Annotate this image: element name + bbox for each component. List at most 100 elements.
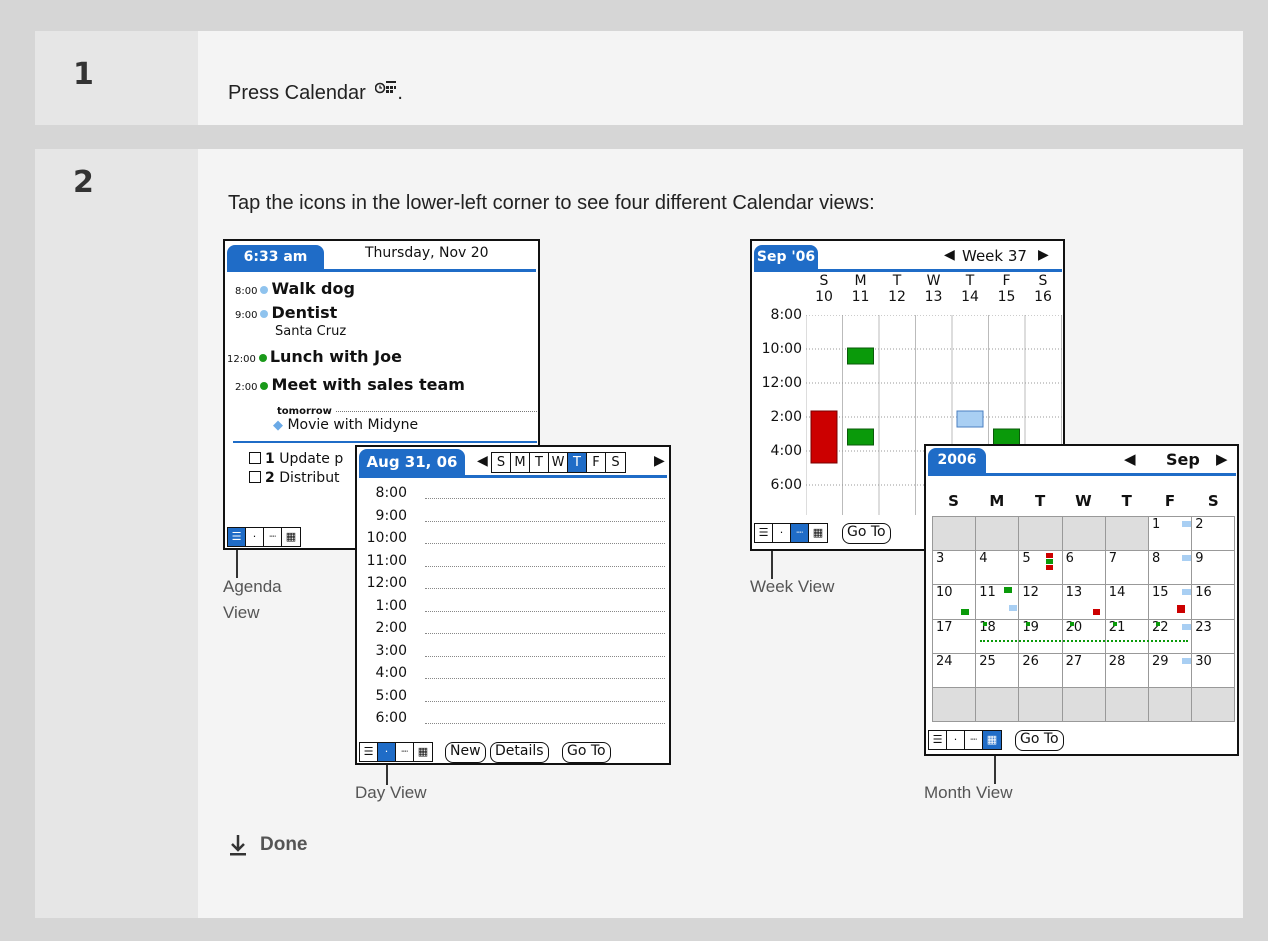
month-day-cell[interactable] (1105, 517, 1149, 552)
month-day-cell[interactable]: 27 (1062, 653, 1106, 688)
month-day-cell[interactable]: 16 (1192, 585, 1236, 620)
month-day-cell[interactable]: 24 (933, 653, 977, 688)
event-location: Santa Cruz (275, 324, 347, 339)
weekday-button[interactable]: T (530, 453, 549, 472)
new-button[interactable]: New (445, 742, 486, 763)
done-row[interactable]: Done (228, 833, 308, 857)
month-day-cell[interactable] (1149, 688, 1193, 723)
week-next-arrow[interactable]: ▶ (1038, 247, 1049, 263)
month-day-cell[interactable] (933, 688, 977, 723)
weekday-button[interactable]: F (587, 453, 606, 472)
month-next-arrow[interactable]: ▶ (1216, 450, 1228, 468)
agenda-view-icon[interactable]: ☰ (755, 524, 773, 542)
month-day-cell[interactable]: 9 (1192, 551, 1236, 586)
time-slot[interactable]: 8:00 (357, 485, 669, 507)
agenda-view-icon[interactable]: ☰ (929, 731, 947, 749)
task-row[interactable]: 1 Update p (249, 451, 343, 467)
day-prev-arrow[interactable]: ◀ (477, 453, 488, 469)
time-slot[interactable]: 3:00 (357, 643, 669, 665)
month-day-cell[interactable] (1019, 688, 1063, 723)
month-day-cell[interactable] (1019, 517, 1063, 552)
week-day-header[interactable]: T 12 (879, 273, 915, 305)
month-day-cell[interactable]: 17 (933, 619, 977, 654)
month-day-cell[interactable] (976, 517, 1020, 552)
go-to-button[interactable]: Go To (1015, 730, 1064, 751)
month-day-cell[interactable]: 4 (976, 551, 1020, 586)
event-marker (961, 609, 969, 616)
go-to-button[interactable]: Go To (562, 742, 611, 763)
day-view-icon[interactable]: · (773, 524, 791, 542)
agenda-view-icon[interactable]: ☰ (360, 743, 378, 761)
time-slot[interactable]: 2:00 (357, 620, 669, 642)
time-slot[interactable]: 10:00 (357, 530, 669, 552)
month-day-cell[interactable] (1192, 688, 1236, 723)
agenda-event-row[interactable]: 9:00 Dentist (235, 303, 535, 325)
weekday-button[interactable]: M (511, 453, 530, 472)
time-slot[interactable]: 9:00 (357, 508, 669, 530)
month-view-icon[interactable]: ▦ (983, 731, 1001, 749)
time-slot[interactable]: 11:00 (357, 553, 669, 575)
month-day-cell[interactable]: 28 (1105, 653, 1149, 688)
month-view-icon[interactable]: ▦ (809, 524, 827, 542)
day-number: 11 (979, 585, 996, 601)
day-view-icon[interactable]: · (947, 731, 965, 749)
day-view-icon[interactable]: · (378, 743, 396, 761)
month-day-cell[interactable]: 10 (933, 585, 977, 620)
month-day-cell[interactable]: 3 (933, 551, 977, 586)
month-day-cell[interactable] (1062, 688, 1106, 723)
checkbox-icon[interactable] (249, 452, 261, 464)
go-to-button[interactable]: Go To (842, 523, 891, 544)
month-day-cell[interactable] (1062, 517, 1106, 552)
week-prev-arrow[interactable]: ◀ (944, 247, 955, 263)
month-prev-arrow[interactable]: ◀ (1124, 450, 1136, 468)
week-day-header[interactable]: M 11 (843, 273, 879, 305)
month-day-cell[interactable]: 6 (1062, 551, 1106, 586)
agenda-event-row[interactable]: 12:00 Lunch with Joe (227, 347, 527, 369)
day-number: 19 (1022, 619, 1039, 635)
weekday-button[interactable]: S (606, 453, 625, 472)
month-day-cell[interactable]: 12 (1019, 585, 1063, 620)
month-day-cell[interactable]: 26 (1019, 653, 1063, 688)
time-slot[interactable]: 12:00 (357, 575, 669, 597)
week-view-icon[interactable]: ┈ (965, 731, 983, 749)
weekday-button[interactable]: W (549, 453, 568, 472)
week-view-icon[interactable]: ┈ (396, 743, 414, 761)
month-view-icon[interactable]: ▦ (282, 528, 300, 546)
time-slot[interactable]: 1:00 (357, 598, 669, 620)
time-slot[interactable]: 6:00 (357, 710, 669, 732)
week-day-header[interactable]: F 15 (989, 273, 1025, 305)
month-grid[interactable]: 1 2 3 4 5 6 7 8 9 10 11 12 13 14 15 16 17 18 19 20 21 22 23 24 2… (932, 516, 1236, 723)
month-day-cell[interactable]: 2 (1192, 517, 1236, 552)
agenda-event-row[interactable]: ◆ Movie with Midyne (273, 417, 418, 433)
details-button[interactable]: Details (490, 742, 549, 763)
month-day-cell[interactable]: 25 (976, 653, 1020, 688)
month-day-cell[interactable] (933, 517, 977, 552)
week-time-label: 4:00 (770, 443, 802, 459)
time-slot[interactable]: 5:00 (357, 688, 669, 710)
month-view-icon[interactable]: ▦ (414, 743, 432, 761)
week-day-header[interactable]: T 14 (952, 273, 988, 305)
week-day-header[interactable]: S 16 (1025, 273, 1061, 305)
month-day-cell[interactable] (1105, 688, 1149, 723)
checkbox-icon[interactable] (249, 471, 261, 483)
month-day-cell[interactable]: 23 (1192, 619, 1236, 654)
month-day-cell[interactable] (976, 688, 1020, 723)
week-day-header[interactable]: S 10 (806, 273, 842, 305)
week-view-icon[interactable]: ┈ (791, 524, 809, 542)
agenda-event-row[interactable]: 2:00 Meet with sales team (235, 375, 535, 397)
weekday-button[interactable]: S (492, 453, 511, 472)
day-next-arrow[interactable]: ▶ (654, 453, 665, 469)
month-day-cell[interactable]: 5 (1019, 551, 1063, 586)
month-day-cell[interactable]: 11 (976, 585, 1020, 620)
weekday-button[interactable]: T (568, 453, 587, 472)
time-slot[interactable]: 4:00 (357, 665, 669, 687)
agenda-event-row[interactable]: 8:00 Walk dog (235, 279, 535, 301)
day-view-icon[interactable]: · (246, 528, 264, 546)
month-day-cell[interactable]: 30 (1192, 653, 1236, 688)
agenda-view-icon[interactable]: ☰ (228, 528, 246, 546)
week-view-icon[interactable]: ┈ (264, 528, 282, 546)
month-day-cell[interactable]: 7 (1105, 551, 1149, 586)
task-row[interactable]: 2 Distribut (249, 470, 340, 486)
week-day-header[interactable]: W 13 (916, 273, 952, 305)
month-day-cell[interactable]: 14 (1105, 585, 1149, 620)
